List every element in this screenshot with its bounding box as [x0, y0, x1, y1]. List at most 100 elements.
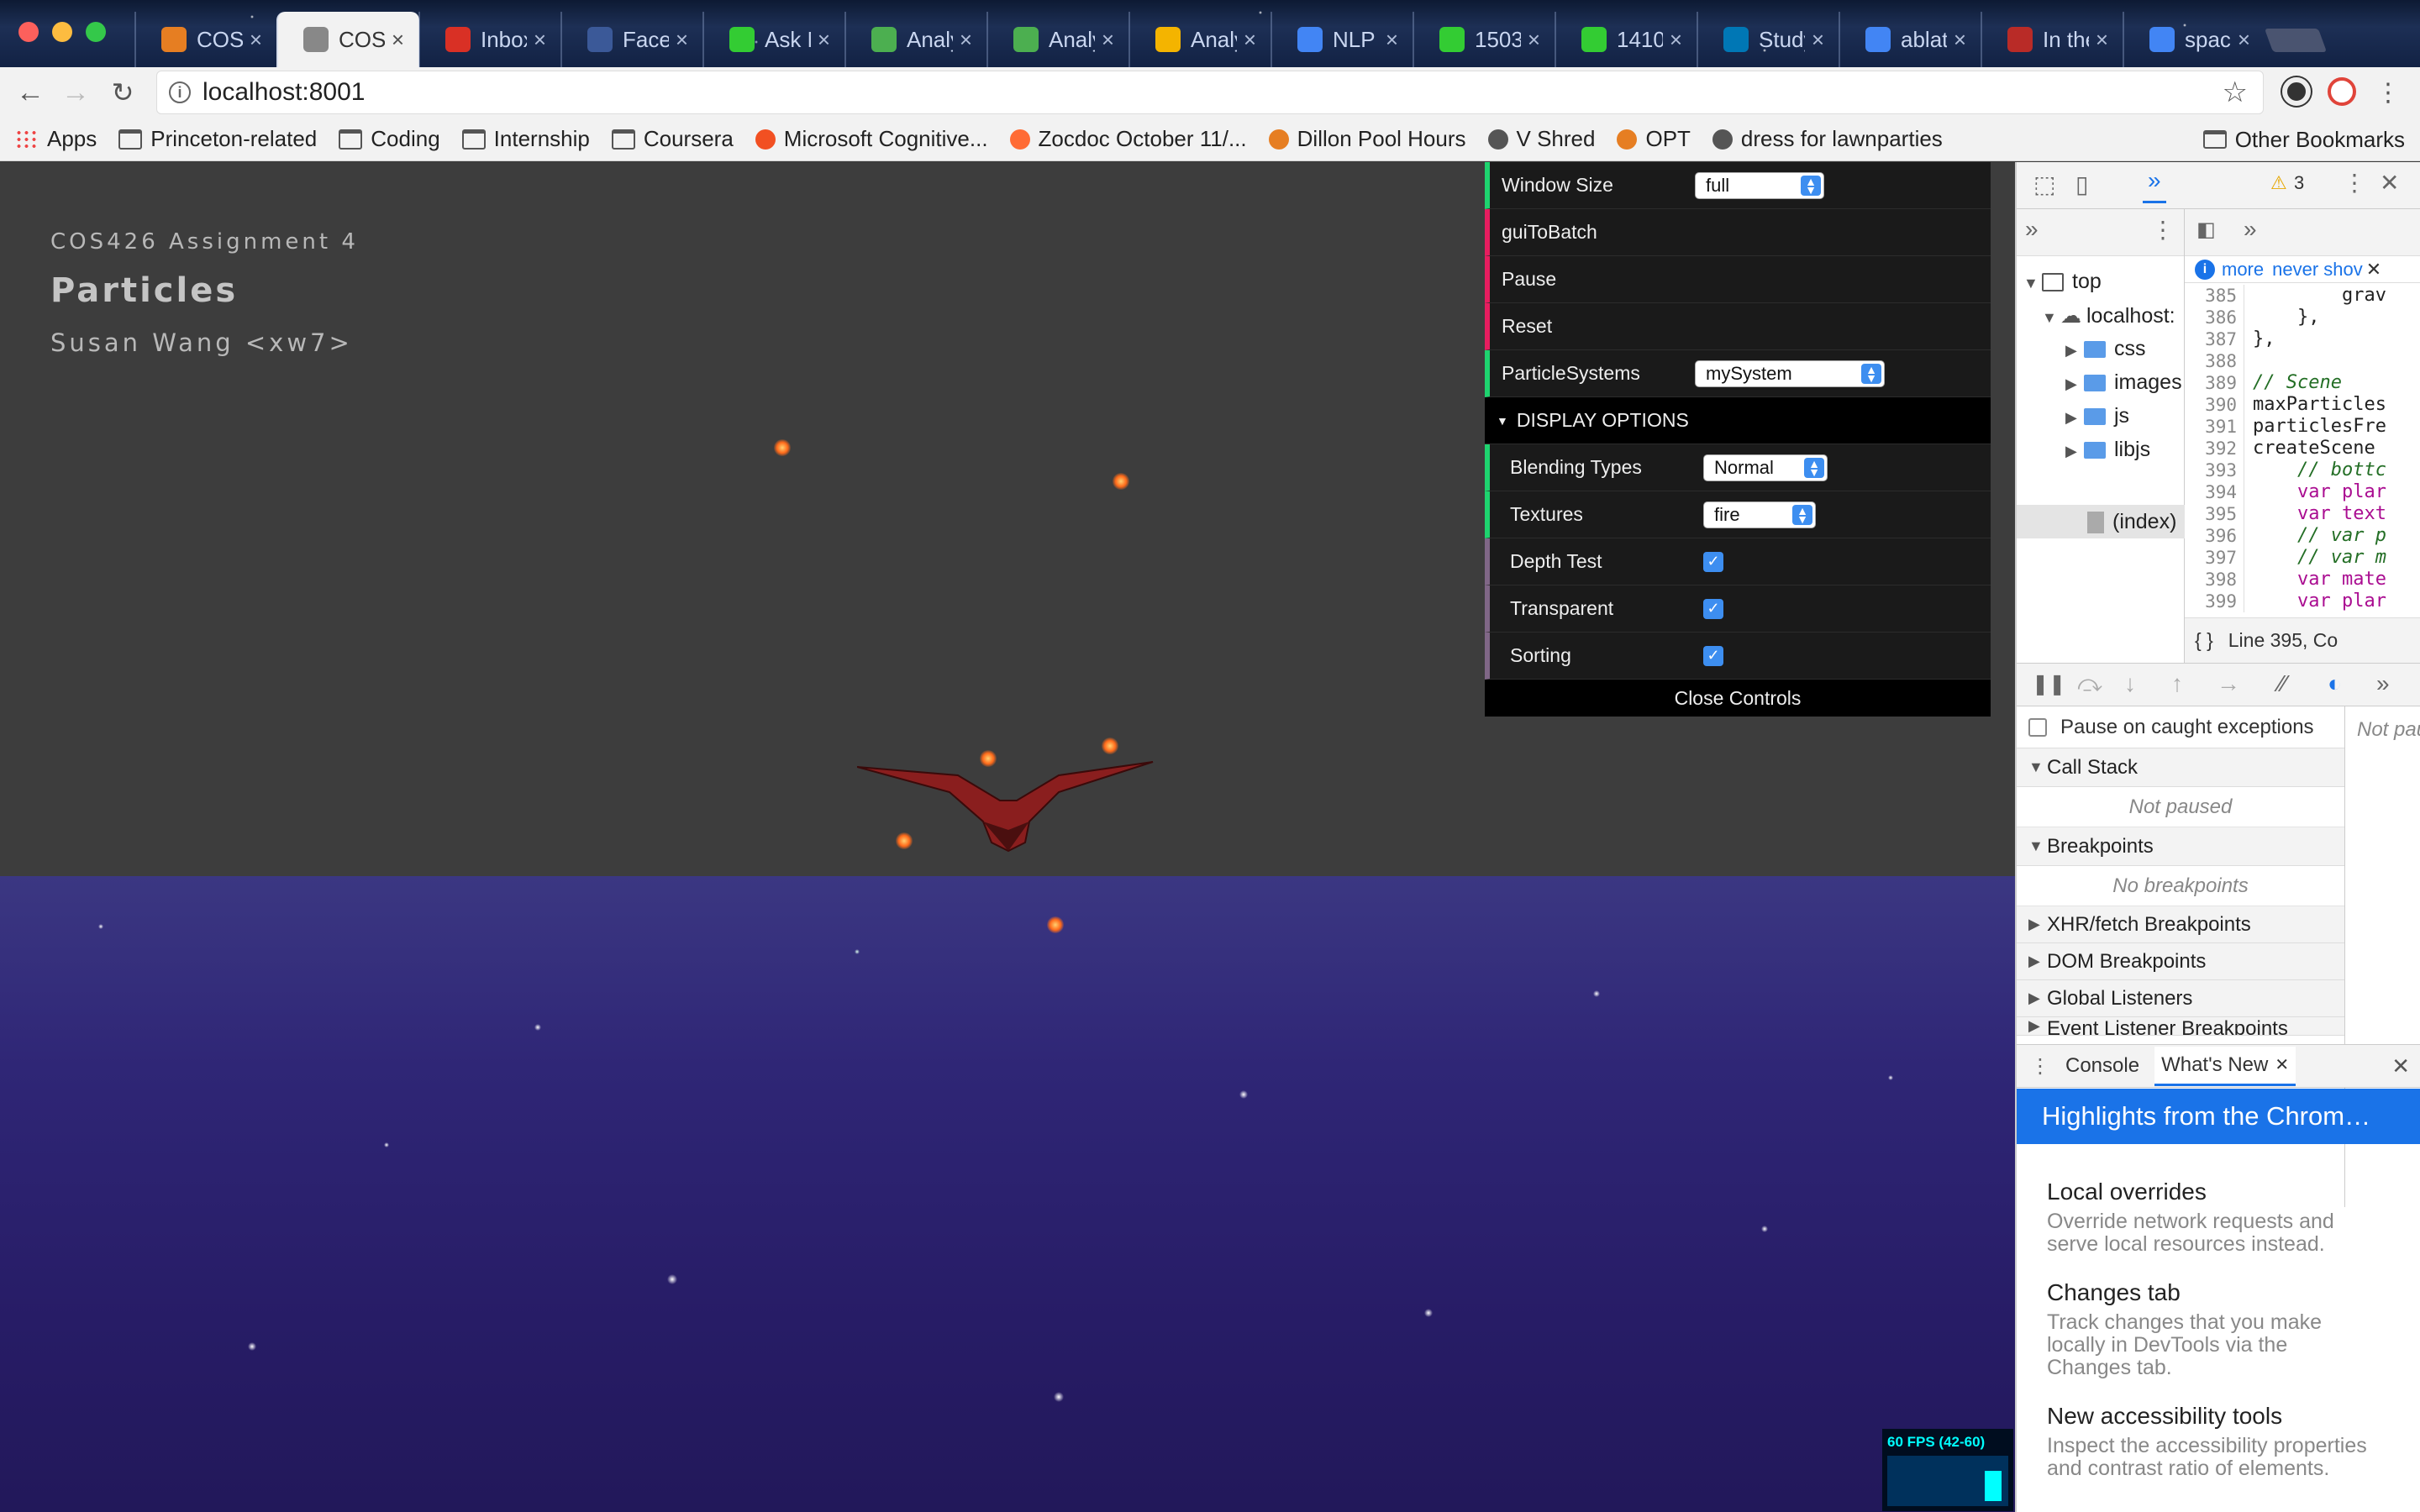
close-tab-icon[interactable]: ✕ — [2275, 1054, 2289, 1075]
bookmark-apps[interactable]: Apps — [15, 126, 97, 152]
whats-new-tab[interactable]: What's New ✕ — [2154, 1046, 2296, 1086]
tab-14[interactable]: space × — [2123, 12, 2265, 67]
tree-file-index[interactable]: (index) — [2017, 505, 2185, 538]
tab-3[interactable]: Faceb × — [560, 12, 703, 67]
banner-more-link[interactable]: more — [2222, 259, 2264, 281]
line-number[interactable]: 397 — [2185, 547, 2237, 569]
textures-select[interactable]: fire ▲ ▼ — [1703, 501, 1816, 528]
step-over-icon[interactable]: ⤼ — [2077, 670, 2102, 698]
menu-kebab-icon[interactable]: ⋮ — [2370, 74, 2407, 111]
window-size-select[interactable]: full ▲ ▼ — [1695, 171, 1824, 199]
close-tab-icon[interactable]: × — [534, 27, 546, 53]
close-drawer-icon[interactable]: ✕ — [2391, 1053, 2410, 1079]
minimize-window-button[interactable] — [52, 22, 72, 42]
close-tab-icon[interactable]: × — [1244, 27, 1256, 53]
bookmark-item[interactable]: Coursera — [611, 126, 734, 152]
tab-9[interactable]: 1503 × — [1413, 12, 1555, 67]
pause-on-exceptions-icon[interactable]: ◐ — [2328, 670, 2342, 697]
line-number[interactable]: 393 — [2185, 459, 2237, 481]
drawer-menu-icon[interactable]: ⋮ — [2030, 1054, 2050, 1079]
dom-section[interactable]: ▶ DOM Breakpoints — [2017, 943, 2344, 980]
close-tab-icon[interactable]: × — [392, 27, 404, 53]
depth-test-checkbox[interactable]: ✓ — [1703, 551, 1723, 572]
call-stack-section[interactable]: ▼ Call Stack — [2017, 748, 2344, 787]
tab-6[interactable]: Analy × — [986, 12, 1129, 67]
inspect-element-icon[interactable]: ⬚ — [2033, 171, 2055, 198]
close-tab-icon[interactable]: × — [2238, 27, 2250, 53]
more-tabs-icon[interactable]: » — [2025, 216, 2039, 243]
more-editor-tabs-icon[interactable]: » — [2244, 216, 2257, 243]
bookmark-item[interactable]: V Shred — [1487, 126, 1595, 152]
forward-arrow-icon[interactable]: → — [57, 74, 94, 111]
event-listener-section[interactable]: ▶ Event Listener Breakpoints — [2017, 1017, 2344, 1036]
extension-icon[interactable] — [2282, 77, 2311, 106]
xhr-section[interactable]: ▶ XHR/fetch Breakpoints — [2017, 906, 2344, 943]
close-tab-icon[interactable]: × — [1670, 27, 1682, 53]
more-panels-icon[interactable]: » — [2143, 167, 2166, 203]
line-number[interactable]: 392 — [2185, 438, 2237, 459]
sorting-checkbox[interactable]: ✓ — [1703, 645, 1723, 666]
bookmark-item[interactable]: Princeton-related — [118, 126, 317, 152]
particle-systems-select[interactable]: mySystem ▲ ▼ — [1695, 360, 1885, 387]
blending-select[interactable]: Normal ▲ ▼ — [1703, 454, 1828, 481]
banner-never-link[interactable]: never shov — [2272, 259, 2363, 281]
step-out-icon[interactable]: ↑ — [2171, 670, 2183, 697]
close-tab-icon[interactable]: × — [960, 27, 972, 53]
bookmark-item[interactable]: Microsoft Cognitive... — [755, 126, 988, 152]
tree-folder[interactable]: ▶ js — [2065, 404, 2129, 428]
tab-11[interactable]: Study × — [1697, 12, 1839, 67]
tab-4[interactable]: Ask M × — [702, 12, 845, 67]
bookmark-item[interactable]: Dillon Pool Hours — [1268, 126, 1466, 152]
reset-button[interactable]: Reset — [1485, 303, 1991, 350]
close-tab-icon[interactable]: × — [676, 27, 688, 53]
info-icon[interactable]: i — [169, 81, 191, 103]
transparent-checkbox[interactable]: ✓ — [1703, 598, 1723, 619]
address-bar[interactable]: i localhost:8001 ☆ — [156, 71, 2264, 114]
close-tab-icon[interactable]: × — [250, 27, 262, 53]
close-tab-icon[interactable]: × — [1954, 27, 1966, 53]
bookmark-item[interactable]: Coding — [339, 126, 440, 152]
step-into-icon[interactable]: ↓ — [2124, 670, 2136, 697]
close-tab-icon[interactable]: × — [2096, 27, 2108, 53]
line-number[interactable]: 396 — [2185, 525, 2237, 547]
other-bookmarks[interactable]: Other Bookmarks — [2202, 118, 2405, 161]
bookmark-item[interactable]: OPT — [1617, 126, 1691, 152]
close-tab-icon[interactable]: × — [818, 27, 830, 53]
tab-8[interactable]: NLP × — [1270, 12, 1413, 67]
line-number[interactable]: 394 — [2185, 481, 2237, 503]
toggle-navigator-icon[interactable]: ◧ — [2196, 218, 2216, 242]
tab-10[interactable]: 1410 × — [1555, 12, 1697, 67]
breakpoints-section[interactable]: ▼ Breakpoints — [2017, 827, 2344, 866]
reload-icon[interactable]: ↻ — [104, 74, 141, 111]
zoom-window-button[interactable] — [86, 22, 106, 42]
warning-icon[interactable]: ⚠ — [2270, 172, 2287, 194]
display-options-folder[interactable]: ▼ DISPLAY OPTIONS — [1485, 397, 1991, 444]
blocker-extension-icon[interactable] — [2328, 77, 2356, 106]
tab-12[interactable]: ablati × — [1839, 12, 1981, 67]
tab-5[interactable]: Analy × — [844, 12, 987, 67]
pause-caught-checkbox[interactable] — [2028, 717, 2047, 737]
console-tab[interactable]: Console — [2065, 1054, 2139, 1078]
line-number[interactable]: 391 — [2185, 416, 2237, 438]
deactivate-breakpoints-icon[interactable]: ⁄⁄ — [2279, 670, 2286, 697]
line-number[interactable]: 399 — [2185, 591, 2237, 612]
global-listeners-section[interactable]: ▶ Global Listeners — [2017, 980, 2344, 1017]
gui-to-batch-button[interactable]: guiToBatch — [1485, 209, 1991, 256]
tree-folder[interactable]: ▶ libjs — [2065, 438, 2150, 462]
new-tab-button[interactable] — [2264, 29, 2328, 52]
banner-close-icon[interactable]: ✕ — [2366, 259, 2381, 281]
settings-kebab-icon[interactable]: ⋮ — [2343, 169, 2366, 197]
tab-1[interactable]: COS4 × — [276, 12, 419, 67]
line-number[interactable]: 386 — [2185, 307, 2237, 328]
close-controls-button[interactable]: Close Controls — [1485, 680, 1991, 717]
close-tab-icon[interactable]: × — [1528, 27, 1540, 53]
pause-button[interactable]: Pause — [1485, 256, 1991, 303]
tab-0[interactable]: COS4 × — [134, 12, 277, 67]
line-number[interactable]: 389 — [2185, 372, 2237, 394]
webgl-canvas[interactable]: COS426 Assignment 4 Particles Susan Wang… — [0, 162, 2015, 1512]
line-number[interactable]: 388 — [2185, 350, 2237, 372]
navigator-kebab-icon[interactable]: ⋮ — [2151, 216, 2175, 244]
line-number[interactable]: 398 — [2185, 569, 2237, 591]
url-text[interactable]: localhost:8001 — [203, 78, 2223, 107]
warning-count[interactable]: 3 — [2294, 172, 2304, 194]
